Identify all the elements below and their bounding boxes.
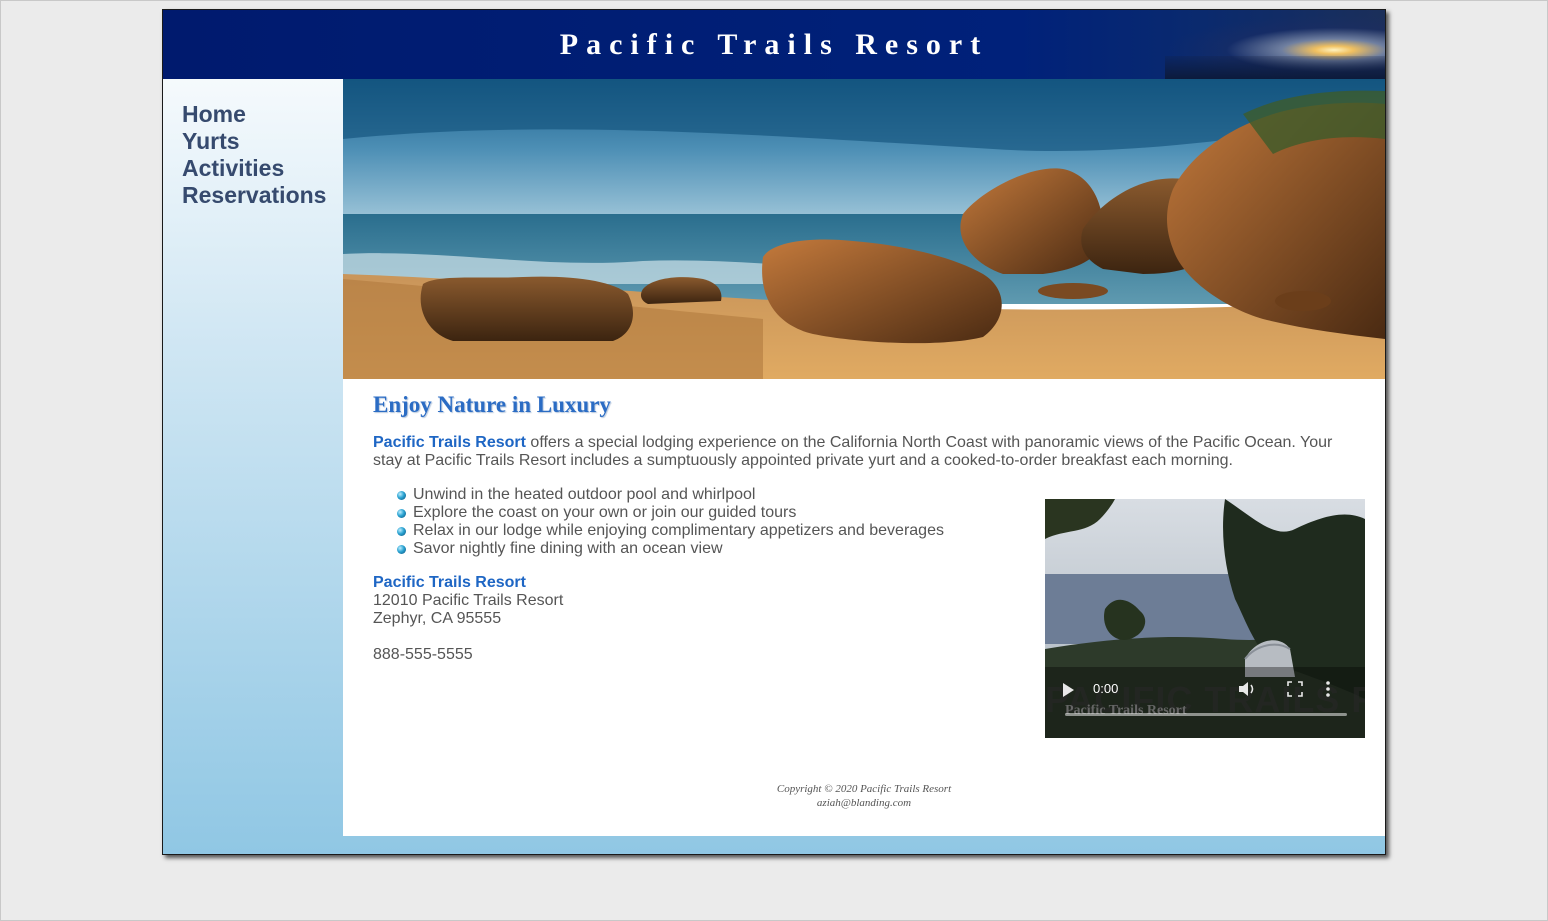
- bullet-icon: [397, 545, 406, 554]
- intro-brand: Pacific Trails Resort: [373, 434, 526, 451]
- play-icon[interactable]: [1063, 683, 1074, 697]
- intro-paragraph: Pacific Trails Resort offers a special l…: [373, 434, 1353, 470]
- main-content: Enjoy Nature in Luxury Pacific Trails Re…: [343, 79, 1385, 836]
- feature-text: Explore the coast on your own or join ou…: [413, 504, 797, 521]
- page-wrapper: Pacific Trails Resort Home Yurts Activit…: [162, 9, 1386, 855]
- nav-item-yurts[interactable]: Yurts: [182, 128, 343, 155]
- more-options-icon[interactable]: [1323, 679, 1333, 699]
- page-heading: Enjoy Nature in Luxury: [373, 392, 611, 417]
- volume-icon[interactable]: [1237, 680, 1257, 698]
- nav-item-activities[interactable]: Activities: [182, 155, 343, 182]
- video-time: 0:00: [1093, 681, 1119, 696]
- video-player[interactable]: PACIFIC TRAILS RESORT Pacific Trails Res…: [1045, 499, 1365, 738]
- main-nav: Home Yurts Activities Reservations: [163, 79, 343, 279]
- video-progress-track[interactable]: [1065, 713, 1347, 716]
- bullet-icon: [397, 509, 406, 518]
- bullet-icon: [397, 491, 406, 500]
- site-title: Pacific Trails Resort: [559, 28, 989, 61]
- feature-text: Savor nightly fine dining with an ocean …: [413, 540, 723, 557]
- hero-image: [343, 79, 1385, 379]
- fullscreen-icon[interactable]: [1286, 680, 1304, 698]
- site-footer: Copyright © 2020 Pacific Trails Resort a…: [343, 782, 1385, 810]
- video-controls: 0:00: [1045, 667, 1365, 717]
- nav-item-reservations[interactable]: Reservations: [182, 182, 343, 209]
- feature-text: Unwind in the heated outdoor pool and wh…: [413, 486, 756, 503]
- feature-text: Relax in our lodge while enjoying compli…: [413, 522, 944, 539]
- nav-item-home[interactable]: Home: [182, 101, 343, 128]
- footer-email[interactable]: aziah@blanding.com: [343, 796, 1385, 810]
- copyright-text: Copyright © 2020 Pacific Trails Resort: [776, 783, 952, 795]
- site-header: Pacific Trails Resort: [163, 10, 1385, 79]
- bullet-icon: [397, 527, 406, 536]
